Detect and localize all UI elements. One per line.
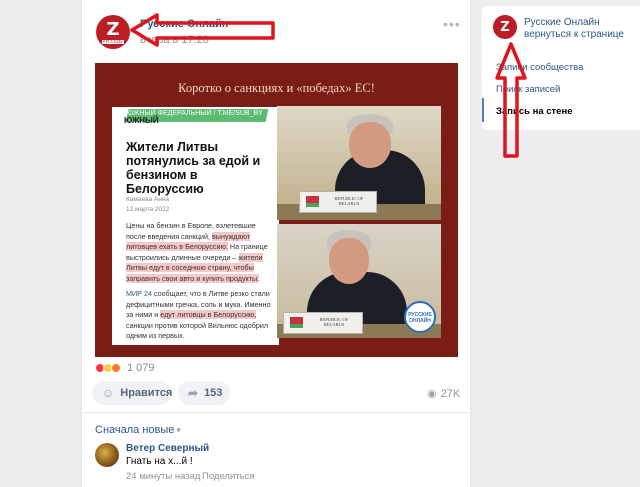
article-paragraph-1: Цены на бензин в Европе, взлетевшие посл… xyxy=(126,221,268,283)
smile-icon: ☺ xyxy=(102,386,115,400)
angry-reaction-icon xyxy=(111,363,121,373)
image-title: Коротко о санкциях и «победах» ЕС! xyxy=(178,81,375,95)
side-community-name-link[interactable]: Русские Онлайн xyxy=(524,17,600,28)
views-counter: ◉ 27K xyxy=(427,387,461,401)
article-region: ЮЖНЫЙ xyxy=(124,116,159,125)
belarus-flag-icon xyxy=(287,317,303,328)
channel-watermark-logo: РУССКИЕ ОНЛАЙН xyxy=(404,301,436,333)
article-date: 12 марта 2022 xyxy=(126,206,170,213)
back-to-page-link[interactable]: вернуться к странице xyxy=(524,29,624,40)
chevron-down-icon: ▾ xyxy=(176,425,181,435)
like-button[interactable]: ☺ Нравится xyxy=(92,381,172,405)
nameplate-text: REPUBLIC OF BELARUS xyxy=(334,196,364,206)
share-button[interactable]: ➦ 153 xyxy=(178,381,230,405)
annotation-arrow-up-icon xyxy=(495,42,527,158)
reactions-count: 1 079 xyxy=(127,362,155,374)
article-paragraph-2: МИР 24 сообщает, что в Литве резко стали… xyxy=(126,289,271,340)
comment-text: Гнать на х...й ! xyxy=(126,456,193,467)
comment-avatar[interactable] xyxy=(95,443,119,467)
comment-time[interactable]: 24 минуты назад xyxy=(126,471,200,482)
photo-laughing: REPUBLIC OF BELARUS xyxy=(277,106,441,220)
share-count: 153 xyxy=(204,387,223,399)
community-avatar-small[interactable]: Z xyxy=(493,15,517,39)
annotation-arrow-left-icon xyxy=(130,13,275,47)
views-count: 27K xyxy=(440,387,461,400)
article-headline: Жители Литвы потянулись за едой и бензин… xyxy=(126,140,261,196)
comment-share-link[interactable]: Поделиться xyxy=(202,471,254,482)
community-avatar[interactable]: Z РУССКИЕ xyxy=(96,15,130,49)
photo-crying: REPUBLIC OF BELARUS РУССКИЕ ОНЛАЙН xyxy=(277,224,441,338)
news-article-screenshot: ЮЖНЫЙ ФЕДЕРАЛЬНЫЙ / T.ME/SUB_BY ЮЖНЫЙ Жи… xyxy=(112,107,279,345)
nameplate-text: REPUBLIC OF BELARUS xyxy=(319,317,349,327)
share-arrow-icon: ➦ xyxy=(188,386,199,400)
comments-sort-dropdown[interactable]: Сначала новые ▾ xyxy=(95,424,181,436)
reactions-summary[interactable]: 1 079 xyxy=(95,362,155,374)
belarus-flag-icon xyxy=(303,196,319,207)
like-label: Нравится xyxy=(120,387,173,399)
comment-author-link[interactable]: Ветер Северный xyxy=(126,443,209,454)
active-item-indicator xyxy=(482,98,484,122)
divider xyxy=(82,412,470,413)
article-author: Камаева Анна xyxy=(126,196,170,203)
post-image[interactable]: Коротко о санкциях и «победах» ЕС! ЮЖНЫЙ… xyxy=(95,63,458,357)
more-horizontal-icon[interactable]: ••• xyxy=(443,16,461,32)
eye-icon: ◉ xyxy=(427,388,437,400)
